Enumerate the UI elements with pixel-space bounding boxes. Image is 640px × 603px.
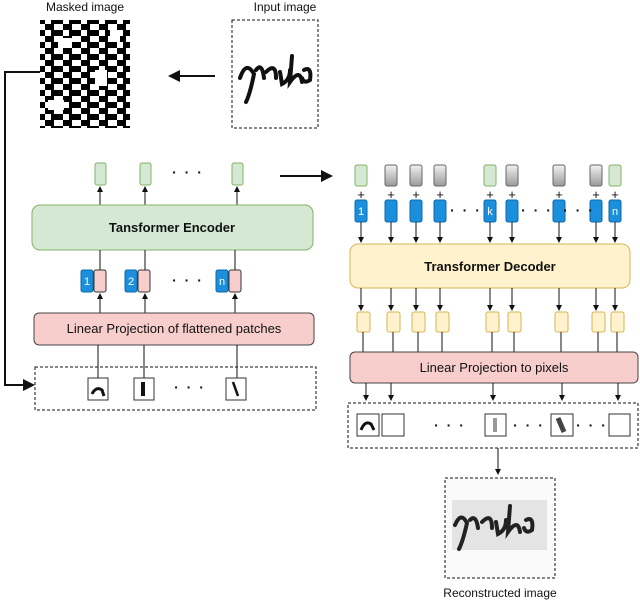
decoder-token-column: + <box>354 164 368 243</box>
input-patches <box>34 345 317 411</box>
decoder-output-token <box>411 288 426 352</box>
position-embedding <box>505 199 519 223</box>
visible-token <box>483 164 497 187</box>
decoder-output-token <box>485 288 500 352</box>
decoder-output-token <box>610 288 625 352</box>
mask-token <box>433 164 447 187</box>
mask-token <box>505 164 519 187</box>
decoder-output-token <box>435 288 450 352</box>
decoder-token-column: + <box>483 164 497 243</box>
decoder-output-token <box>507 288 522 352</box>
encoder-projection-label: Linear Projection of flattened patches <box>67 321 282 336</box>
ellipsis: · · · <box>434 417 466 433</box>
ellipsis: · · · <box>174 379 206 395</box>
mask-token <box>409 164 423 187</box>
masked-image <box>40 20 130 128</box>
position-token-label: n <box>612 206 618 218</box>
position-token-label: n <box>219 276 225 288</box>
mask-token <box>384 164 398 187</box>
decoder-token-column: + <box>433 164 447 243</box>
ellipsis: · · · <box>172 164 204 180</box>
decoder-output-token <box>356 288 371 352</box>
mask-token <box>552 164 566 187</box>
diagram-canvas: Masked image Input image · · · Tansforme… <box>4 0 639 600</box>
input-image-label: Input image <box>254 0 317 14</box>
encoder-title: Tansformer Encoder <box>109 220 235 235</box>
decoder-token-column: + <box>505 164 519 243</box>
decoder-token-column: + <box>608 164 622 243</box>
decoder-projection-label: Linear Projection to pixels <box>420 360 569 375</box>
visible-token <box>608 164 622 187</box>
ellipsis: · · · <box>521 202 553 218</box>
position-token-label: k <box>487 206 493 218</box>
reconstructed-image-label: Reconstructed image <box>443 586 557 600</box>
ellipsis: · · · <box>513 417 545 433</box>
decoder-output-token <box>554 288 569 352</box>
decoder-title: Transformer Decoder <box>424 259 556 274</box>
reconstructed-image <box>444 477 556 579</box>
ellipsis: · · · <box>563 202 595 218</box>
decoder-token-column: + <box>409 164 423 243</box>
mae-diagram: Masked image Input image · · · Tansforme… <box>0 0 640 603</box>
decoder-output-token <box>386 288 401 352</box>
position-token-label: 1 <box>84 276 90 288</box>
input-image <box>231 19 319 129</box>
visible-token <box>354 164 368 187</box>
masked-image-label: Masked image <box>46 0 124 14</box>
ellipsis: · · · <box>450 202 482 218</box>
decoder-output-tokens <box>356 288 625 352</box>
position-token-label: 2 <box>128 276 134 288</box>
ellipsis: · · · <box>172 272 204 288</box>
encoder-tokens <box>80 250 242 313</box>
position-embedding <box>433 199 447 223</box>
encoder-outputs <box>94 162 244 205</box>
decoder-token-column: + <box>384 164 398 243</box>
ellipsis: · · · <box>576 417 608 433</box>
position-embedding <box>384 199 398 223</box>
mask-token <box>589 164 603 187</box>
position-embedding <box>409 199 423 223</box>
decoder-output-token <box>591 288 606 352</box>
position-token-label: 1 <box>358 206 364 218</box>
